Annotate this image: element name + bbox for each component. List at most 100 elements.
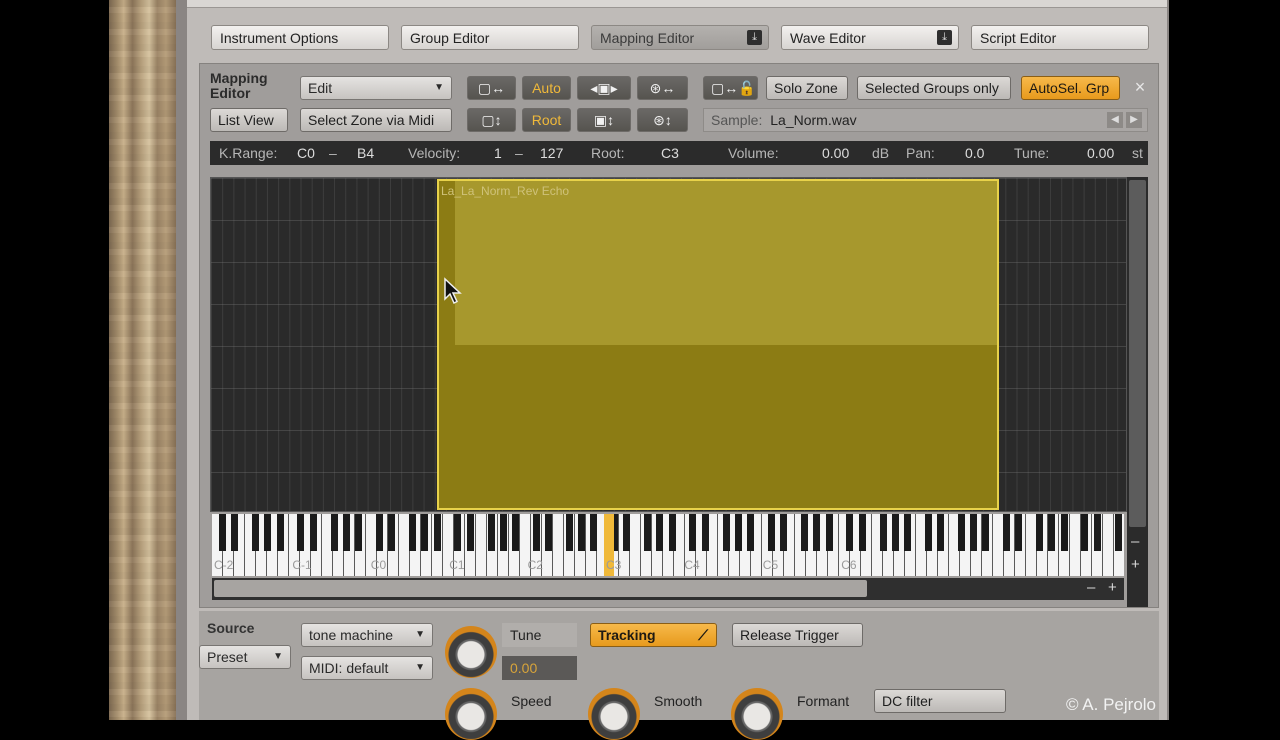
horizontal-zoom-out-icon[interactable]: –	[1087, 579, 1095, 596]
zone-move-vertical-icon[interactable]: ▣↕	[577, 108, 631, 132]
black-key[interactable]	[1081, 514, 1089, 551]
piano-keyboard[interactable]: C-2 C-1 C0 C1 C2 C3 C4 C5 C6	[212, 514, 1124, 576]
velocity-low[interactable]: 1	[494, 141, 502, 165]
black-key[interactable]	[1060, 514, 1068, 551]
vertical-resize-icon[interactable]: ▢↕	[467, 108, 516, 132]
black-key[interactable]	[846, 514, 854, 551]
link-horizontal-icon[interactable]: ⊛↔	[637, 76, 688, 100]
next-icon[interactable]: ▶	[1126, 112, 1142, 128]
black-key[interactable]	[747, 514, 755, 551]
tab-mapping-editor[interactable]: Mapping Editor ⤓	[591, 25, 769, 50]
black-key[interactable]	[565, 514, 573, 551]
black-key[interactable]	[487, 514, 495, 551]
black-key[interactable]	[982, 514, 990, 551]
vertical-scroll-thumb[interactable]	[1129, 180, 1146, 527]
close-icon[interactable]: ⤓	[937, 30, 952, 45]
previous-icon[interactable]: ◀	[1107, 112, 1123, 128]
black-key[interactable]	[825, 514, 833, 551]
black-key[interactable]	[924, 514, 932, 551]
black-key[interactable]	[1093, 514, 1101, 551]
black-key[interactable]	[433, 514, 441, 551]
close-icon[interactable]: ×	[1130, 76, 1150, 100]
black-key[interactable]	[1015, 514, 1023, 551]
tune-value[interactable]: 0.00	[1087, 141, 1114, 165]
black-key[interactable]	[1114, 514, 1122, 551]
dc-filter-button[interactable]: DC filter	[874, 689, 1006, 713]
close-icon[interactable]: ⤓	[747, 30, 762, 45]
tune-knob-value[interactable]: 0.00	[502, 656, 577, 680]
auto-button[interactable]: Auto	[522, 76, 571, 100]
black-key[interactable]	[466, 514, 474, 551]
black-key[interactable]	[388, 514, 396, 551]
black-key[interactable]	[722, 514, 730, 551]
black-key[interactable]	[330, 514, 338, 551]
black-key[interactable]	[252, 514, 260, 551]
black-key[interactable]	[689, 514, 697, 551]
black-key[interactable]	[1002, 514, 1010, 551]
zone-move-horizontal-icon[interactable]: ◂▣▸	[577, 76, 631, 100]
midi-select[interactable]: MIDI: default ▼	[301, 656, 433, 680]
release-trigger-button[interactable]: Release Trigger	[732, 623, 863, 647]
black-key[interactable]	[590, 514, 598, 551]
lock-icon[interactable]: ▢↔🔓	[703, 76, 758, 100]
black-key[interactable]	[801, 514, 809, 551]
tab-instrument-options[interactable]: Instrument Options	[211, 25, 389, 50]
tab-script-editor[interactable]: Script Editor	[971, 25, 1149, 50]
black-key[interactable]	[1036, 514, 1044, 551]
smooth-knob[interactable]	[588, 688, 640, 740]
black-key[interactable]	[936, 514, 944, 551]
root-button[interactable]: Root	[522, 108, 571, 132]
black-key[interactable]	[767, 514, 775, 551]
black-key[interactable]	[499, 514, 507, 551]
black-key[interactable]	[421, 514, 429, 551]
tab-group-editor[interactable]: Group Editor	[401, 25, 579, 50]
solo-zone-button[interactable]: Solo Zone	[766, 76, 848, 100]
volume-value[interactable]: 0.00	[822, 141, 849, 165]
black-key[interactable]	[342, 514, 350, 551]
black-key[interactable]	[309, 514, 317, 551]
edit-menu[interactable]: Edit ▼	[300, 76, 452, 100]
vertical-zoom-out-icon[interactable]: –	[1131, 533, 1139, 550]
black-key[interactable]	[355, 514, 363, 551]
krange-low[interactable]: C0	[297, 141, 315, 165]
black-key[interactable]	[644, 514, 652, 551]
black-key[interactable]	[544, 514, 552, 551]
krange-high[interactable]: B4	[357, 141, 374, 165]
formant-knob[interactable]	[731, 688, 783, 740]
tab-wave-editor[interactable]: Wave Editor ⤓	[781, 25, 959, 50]
vertical-zoom-in-icon[interactable]: +	[1131, 556, 1140, 573]
black-key[interactable]	[623, 514, 631, 551]
black-key[interactable]	[511, 514, 519, 551]
black-key[interactable]	[276, 514, 284, 551]
black-key[interactable]	[879, 514, 887, 551]
velocity-high[interactable]: 127	[540, 141, 563, 165]
source-mode-select[interactable]: Preset ▼	[199, 645, 291, 669]
black-key[interactable]	[903, 514, 911, 551]
black-key[interactable]	[231, 514, 239, 551]
black-key[interactable]	[264, 514, 272, 551]
black-key[interactable]	[891, 514, 899, 551]
horizontal-resize-icon[interactable]: ▢↔	[467, 76, 516, 100]
tracking-button[interactable]: Tracking ⟋	[590, 623, 717, 647]
link-vertical-icon[interactable]: ⊛↕	[637, 108, 688, 132]
speed-knob[interactable]	[445, 688, 497, 740]
black-key[interactable]	[957, 514, 965, 551]
pan-value[interactable]: 0.0	[965, 141, 984, 165]
black-key[interactable]	[701, 514, 709, 551]
tune-knob[interactable]	[445, 626, 497, 678]
black-key[interactable]	[813, 514, 821, 551]
black-key[interactable]	[656, 514, 664, 551]
black-key[interactable]	[375, 514, 383, 551]
root-value[interactable]: C3	[661, 141, 679, 165]
autosel-grp-button[interactable]: AutoSel. Grp	[1021, 76, 1120, 100]
selected-groups-only-button[interactable]: Selected Groups only	[857, 76, 1011, 100]
horizontal-zoom-in-icon[interactable]: +	[1108, 579, 1117, 596]
black-key[interactable]	[454, 514, 462, 551]
black-key[interactable]	[297, 514, 305, 551]
sample-zone-upper[interactable]	[455, 181, 997, 345]
black-key[interactable]	[780, 514, 788, 551]
black-key[interactable]	[578, 514, 585, 551]
list-view-button[interactable]: List View	[210, 108, 288, 132]
black-key[interactable]	[734, 514, 742, 551]
black-key[interactable]	[409, 514, 417, 551]
